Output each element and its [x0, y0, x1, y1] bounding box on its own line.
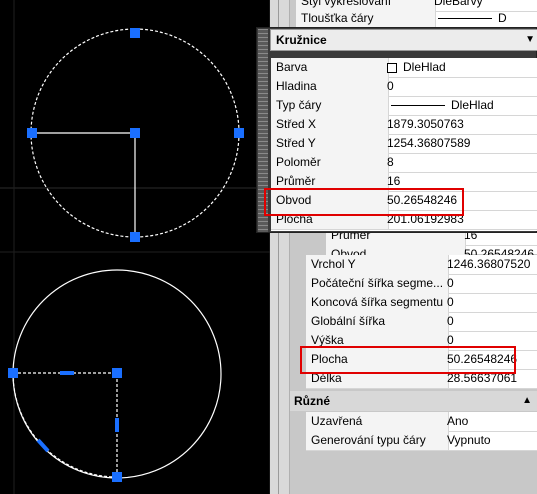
grip-midpoint[interactable]: [115, 418, 119, 432]
row-label: Střed X: [271, 115, 389, 134]
row-value: 0: [447, 295, 454, 309]
row-value: 0: [387, 79, 394, 93]
table-row[interactable]: Tloušťka čáry D: [296, 9, 537, 29]
row-label: Střed Y: [271, 134, 389, 153]
grip-vertex[interactable]: [112, 368, 122, 378]
table-row[interactable]: Typ čáry DleHlad: [271, 96, 537, 116]
row-value: 0: [447, 314, 454, 328]
top-rows: Styl vykreslování DleBarvy Tloušťka čáry…: [296, 0, 537, 29]
grip-vertex[interactable]: [8, 368, 18, 378]
highlight-box: [300, 346, 516, 374]
row-value: Ano: [447, 414, 469, 428]
row-label: Barva: [271, 58, 389, 77]
collapse-icon[interactable]: ▲: [522, 391, 532, 411]
row-label: Poloměr: [271, 153, 389, 172]
row-value: Vypnuto: [447, 433, 491, 447]
table-row[interactable]: Počáteční šířka segme... 0: [306, 274, 537, 294]
object-type-value: Kružnice: [276, 33, 327, 47]
row-label: Uzavřená: [306, 412, 449, 431]
row-value: 0: [447, 276, 454, 290]
section-title: Různé: [294, 394, 330, 408]
table-row[interactable]: Vrchol Y 1246.36807520: [306, 255, 537, 275]
color-swatch: [387, 62, 397, 73]
table-row[interactable]: Poloměr 8: [271, 153, 537, 173]
row-label: Globální šířka: [306, 312, 449, 331]
highlight-box: [264, 188, 464, 216]
row-label: Hladina: [271, 77, 389, 96]
row-value-text: DleHlad: [403, 60, 446, 74]
table-row[interactable]: Koncová šířka segmentu 0: [306, 293, 537, 313]
row-value: 1879.3050763: [387, 117, 464, 131]
table-row[interactable]: Střed Y 1254.36807589: [271, 134, 537, 154]
grip-center[interactable]: [130, 128, 140, 138]
row-label: Koncová šířka segmentu: [306, 293, 449, 312]
grip-midpoint[interactable]: [60, 371, 74, 375]
grip-left[interactable]: [27, 128, 37, 138]
grip-right[interactable]: [234, 128, 244, 138]
line-sample: [391, 105, 445, 107]
row-label: Počáteční šířka segme...: [306, 274, 449, 293]
line-sample: [438, 18, 492, 20]
row-value-text: DleHlad: [451, 98, 494, 112]
grip-top[interactable]: [130, 28, 140, 38]
row-value: 8: [387, 155, 394, 169]
row-value: 1246.36807520: [447, 257, 531, 271]
chevron-down-icon[interactable]: ▼: [525, 30, 535, 50]
table-row[interactable]: Střed X 1879.3050763: [271, 115, 537, 135]
table-row[interactable]: Barva DleHlad: [271, 58, 537, 78]
table-row[interactable]: Hladina 0: [271, 77, 537, 97]
row-label: Vrchol Y: [306, 255, 449, 274]
row-value: DleHlad: [384, 96, 494, 115]
table-row[interactable]: Uzavřená Ano: [306, 412, 537, 432]
row-label: Generování typu čáry: [306, 431, 449, 450]
section-header[interactable]: Různé ▲: [290, 391, 537, 411]
grip-vertex[interactable]: [112, 472, 122, 482]
row-value: 1254.36807589: [387, 136, 471, 150]
row-value: DleHlad: [384, 58, 446, 77]
row-label: Tloušťka čáry: [296, 9, 436, 28]
misc-properties: Uzavřená Ano Generování typu čáry Vypnut…: [306, 412, 537, 451]
row-value: D: [431, 9, 507, 28]
row-label: Typ čáry: [271, 96, 389, 115]
table-row[interactable]: Globální šířka 0: [306, 312, 537, 332]
grip-bottom[interactable]: [130, 232, 140, 242]
object-type-select[interactable]: Kružnice ▼: [270, 29, 537, 51]
table-row[interactable]: Generování typu čáry Vypnuto: [306, 431, 537, 451]
row-value-text: D: [498, 11, 507, 25]
